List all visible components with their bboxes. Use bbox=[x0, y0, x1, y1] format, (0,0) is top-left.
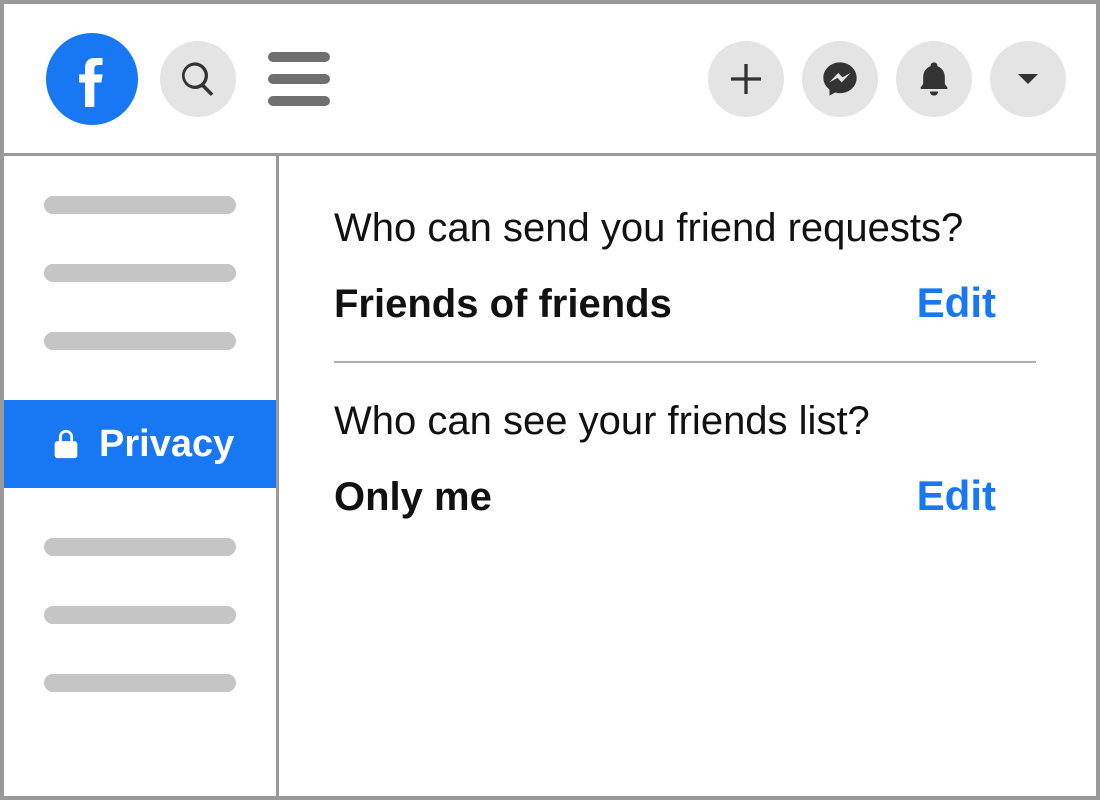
facebook-f-icon bbox=[64, 51, 120, 107]
sidebar-item-placeholder[interactable] bbox=[44, 674, 236, 692]
caret-down-icon bbox=[1008, 59, 1048, 99]
sidebar-item-label: Privacy bbox=[99, 423, 234, 466]
facebook-logo[interactable] bbox=[46, 33, 138, 125]
notifications-button[interactable] bbox=[896, 41, 972, 117]
sidebar-item-placeholder[interactable] bbox=[44, 538, 236, 556]
messenger-button[interactable] bbox=[802, 41, 878, 117]
sidebar-item-placeholder[interactable] bbox=[44, 264, 236, 282]
setting-question: Who can see your friends list? bbox=[334, 399, 1036, 444]
hamburger-bar bbox=[268, 52, 330, 62]
plus-icon bbox=[726, 59, 766, 99]
setting-question: Who can send you friend requests? bbox=[334, 206, 1036, 251]
setting-value: Only me bbox=[334, 475, 492, 520]
hamburger-bar bbox=[268, 96, 330, 106]
sidebar-item-privacy[interactable]: Privacy bbox=[4, 400, 276, 488]
sidebar: Privacy bbox=[4, 156, 279, 796]
edit-link[interactable]: Edit bbox=[917, 472, 996, 520]
messenger-icon bbox=[820, 59, 860, 99]
setting-row: Who can see your friends list? Only me E… bbox=[334, 399, 1036, 550]
sidebar-item-placeholder[interactable] bbox=[44, 196, 236, 214]
edit-link[interactable]: Edit bbox=[917, 279, 996, 327]
setting-value-line: Only me Edit bbox=[334, 472, 1036, 520]
body: Privacy Who can send you friend requests… bbox=[4, 156, 1096, 796]
search-button[interactable] bbox=[160, 41, 236, 117]
top-header bbox=[4, 4, 1096, 156]
menu-button[interactable] bbox=[268, 52, 330, 106]
setting-row: Who can send you friend requests? Friend… bbox=[334, 206, 1036, 357]
account-dropdown-button[interactable] bbox=[990, 41, 1066, 117]
lock-icon bbox=[49, 427, 83, 461]
search-icon bbox=[178, 59, 218, 99]
sidebar-item-placeholder[interactable] bbox=[44, 332, 236, 350]
main-content: Who can send you friend requests? Friend… bbox=[279, 156, 1096, 796]
hamburger-bar bbox=[268, 74, 330, 84]
bell-icon bbox=[914, 59, 954, 99]
setting-value-line: Friends of friends Edit bbox=[334, 279, 1036, 327]
header-left bbox=[46, 33, 330, 125]
app-window: Privacy Who can send you friend requests… bbox=[0, 0, 1100, 800]
sidebar-item-placeholder[interactable] bbox=[44, 606, 236, 624]
header-right bbox=[708, 41, 1066, 117]
setting-value: Friends of friends bbox=[334, 282, 672, 327]
divider bbox=[334, 361, 1036, 363]
create-button[interactable] bbox=[708, 41, 784, 117]
